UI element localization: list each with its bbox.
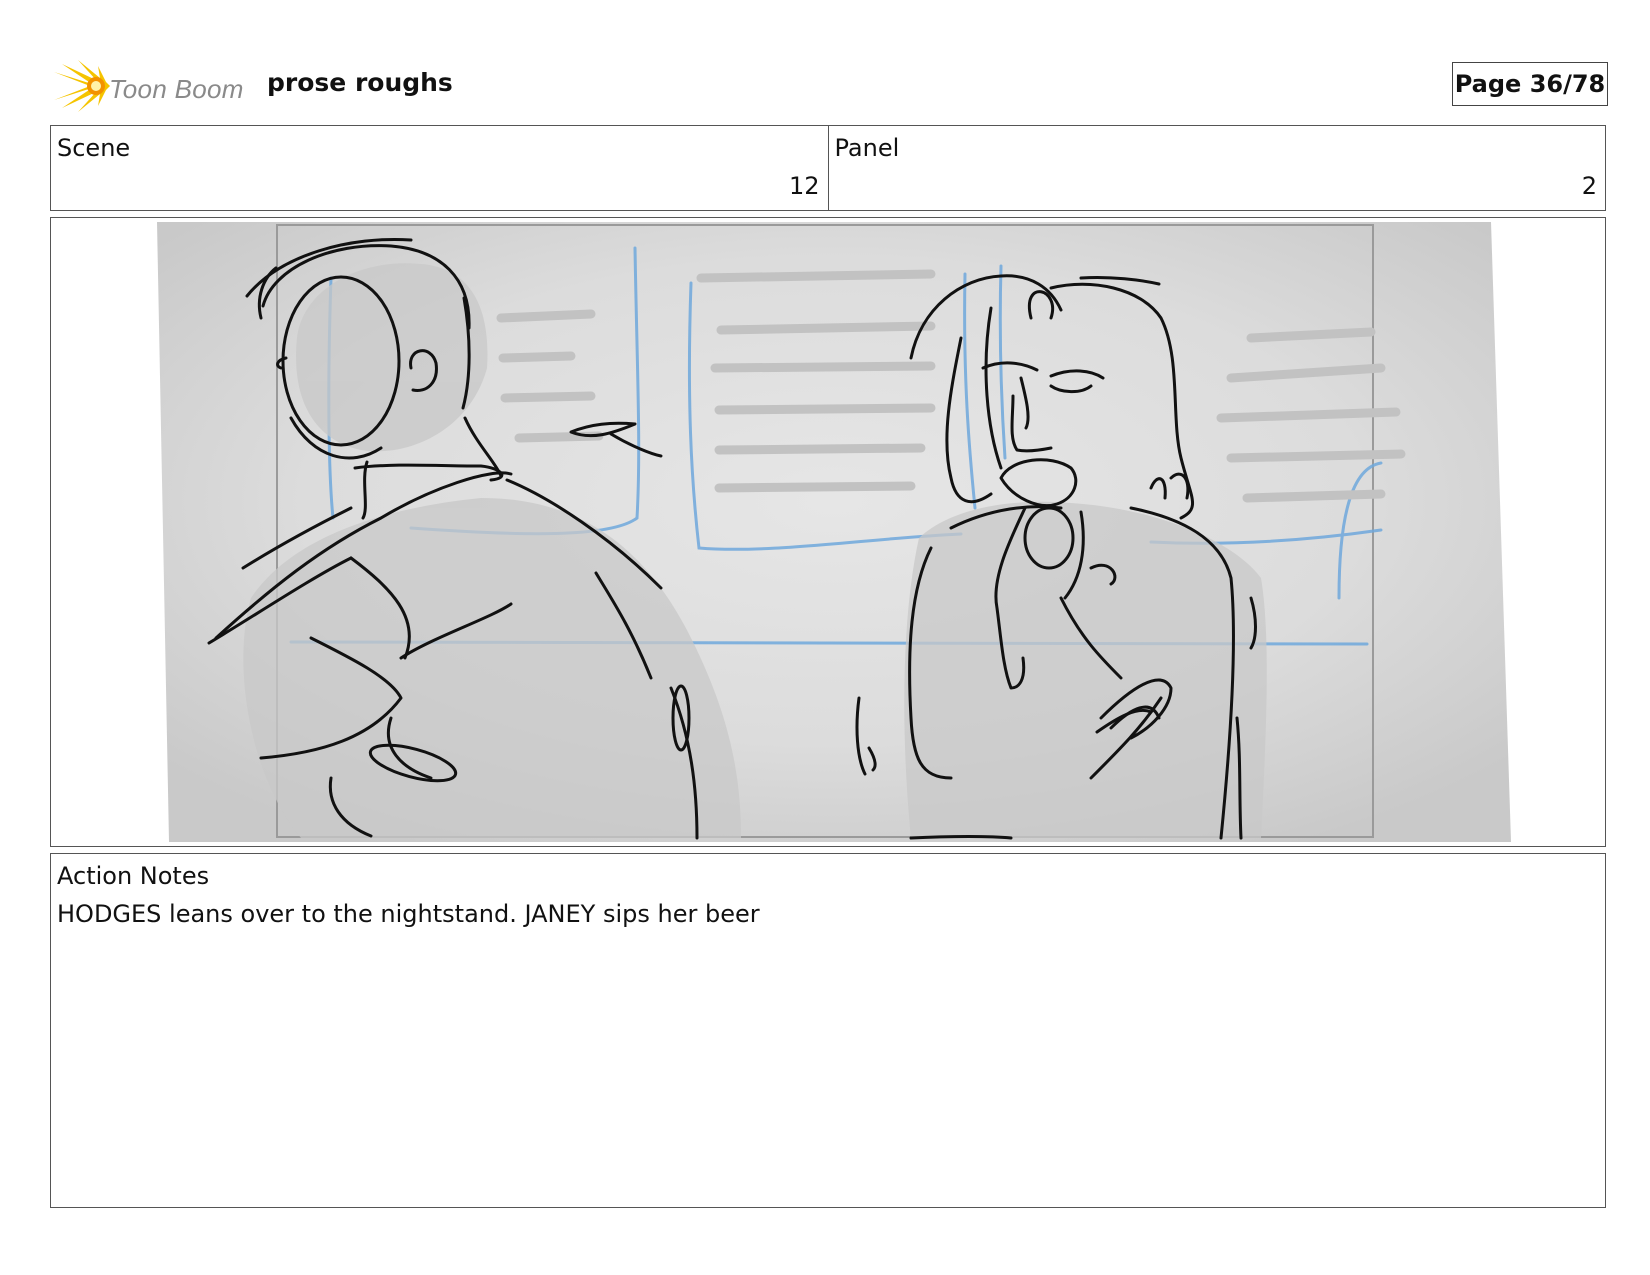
storyboard-panel (50, 217, 1606, 847)
action-notes-text: HODGES leans over to the nightstand. JAN… (57, 900, 760, 928)
scene-label: Scene (57, 134, 131, 162)
storyboard-sketch (157, 222, 1511, 842)
starburst-icon (54, 60, 110, 112)
panel-cell: Panel 2 (827, 126, 1606, 210)
project-title: prose roughs (267, 68, 453, 97)
panel-label: Panel (834, 134, 900, 162)
action-notes-box: Action Notes HODGES leans over to the ni… (50, 853, 1606, 1208)
scene-value: 12 (788, 172, 820, 200)
action-notes-label: Action Notes (57, 862, 210, 890)
panel-value: 2 (1581, 172, 1597, 200)
page-number: Page 36/78 (1452, 62, 1608, 106)
brand-name: Toon Boom (109, 74, 244, 104)
scene-cell: Scene 12 (51, 126, 828, 210)
toon-boom-logo: Toon Boom (52, 58, 252, 114)
page-header: Toon Boom prose roughs Page 36/78 (52, 52, 1608, 112)
scene-panel-row: Scene 12 Panel 2 (50, 125, 1606, 211)
